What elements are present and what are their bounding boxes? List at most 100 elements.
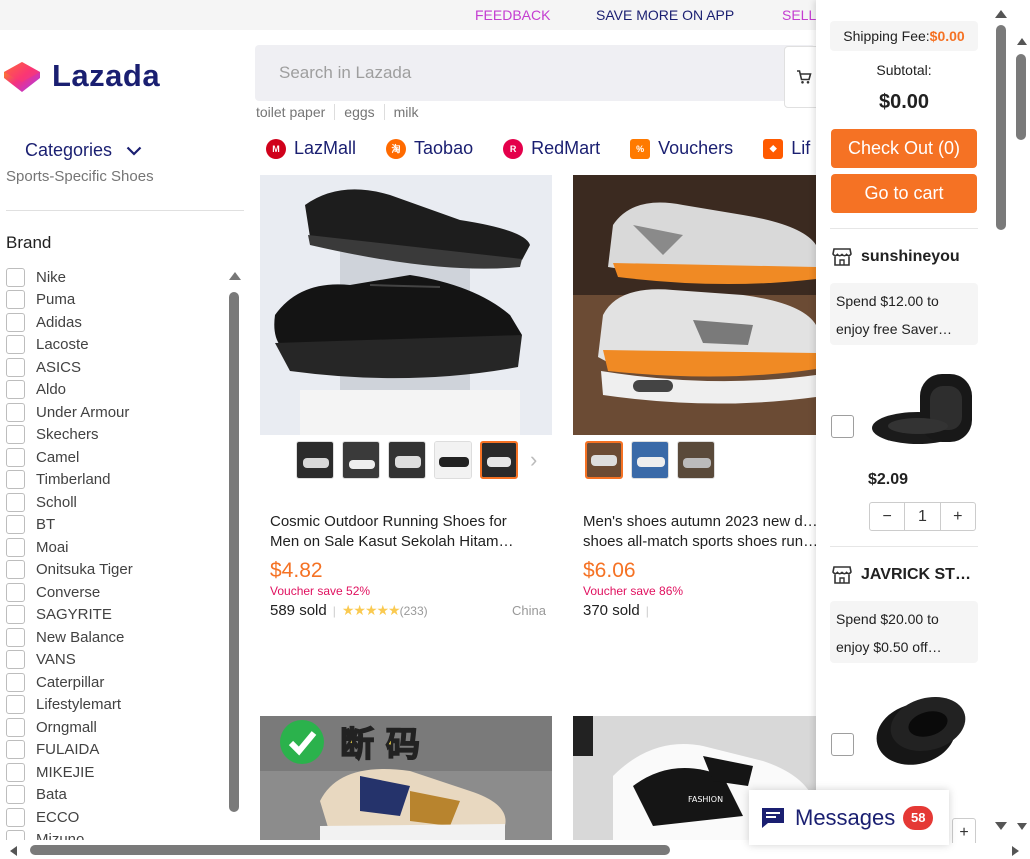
product-image[interactable] xyxy=(573,175,816,435)
brand-list-scrollbar[interactable] xyxy=(229,272,241,812)
brand-filter-option[interactable]: Mizuno xyxy=(6,829,224,840)
brand-filter-option[interactable]: ASICS xyxy=(6,356,224,379)
product-title[interactable]: Men's shoes autumn 2023 new d… shoes all… xyxy=(583,512,816,552)
brand-filter-option[interactable]: Lifestylemart xyxy=(6,694,224,717)
brand-checkbox[interactable] xyxy=(6,470,25,490)
brand-filter-option[interactable]: Under Armour xyxy=(6,401,224,424)
beige-navy-sneaker-image[interactable]: 断 码 xyxy=(260,716,552,840)
brand-checkbox[interactable] xyxy=(6,582,25,602)
feedback-link[interactable]: FEEDBACK xyxy=(475,7,550,23)
brand-filter-option[interactable]: MIKEJIE xyxy=(6,761,224,784)
brand-checkbox[interactable] xyxy=(6,335,25,355)
checkout-button[interactable]: Check Out (0) xyxy=(831,129,977,168)
brand-filter-option[interactable]: ECCO xyxy=(6,806,224,829)
brand-checkbox[interactable] xyxy=(6,267,25,287)
nav-item-redmart[interactable]: R RedMart xyxy=(503,138,600,159)
brand-checkbox[interactable] xyxy=(6,290,25,310)
brand-filter-option[interactable]: Puma xyxy=(6,289,224,312)
categories-dropdown[interactable]: Categories xyxy=(25,140,142,161)
brand-filter-option[interactable]: Lacoste xyxy=(6,334,224,357)
nav-item-lazmall[interactable]: M LazMall xyxy=(266,138,356,159)
brand-filter-option[interactable]: Caterpillar xyxy=(6,671,224,694)
brand-checkbox[interactable] xyxy=(6,447,25,467)
brand-filter-option[interactable]: Bata xyxy=(6,784,224,807)
scroll-up-arrow-icon[interactable] xyxy=(995,10,1007,18)
brand-filter-option[interactable]: VANS xyxy=(6,649,224,672)
brand-filter-option[interactable]: Onitsuka Tiger xyxy=(6,559,224,582)
brand-checkbox[interactable] xyxy=(6,672,25,692)
window-scrollbar-thumb[interactable] xyxy=(1016,54,1026,140)
horizontal-scrollbar-thumb[interactable] xyxy=(30,845,670,855)
brand-filter-option[interactable]: SAGYRITE xyxy=(6,604,224,627)
shop-header[interactable]: JAVRICK ST… xyxy=(832,566,971,584)
earpad-product-image[interactable] xyxy=(868,368,976,458)
shop-header[interactable]: sunshineyou xyxy=(832,248,960,266)
shop-promo-box[interactable]: Spend $12.00 to enjoy free Saver… xyxy=(830,283,978,345)
brand-checkbox[interactable] xyxy=(6,762,25,782)
brand-filter-option[interactable]: BT xyxy=(6,514,224,537)
brand-filter-option[interactable]: Timberland xyxy=(6,469,224,492)
brand-checkbox[interactable] xyxy=(6,380,25,400)
brand-checkbox[interactable] xyxy=(6,560,25,580)
brand-filter-option[interactable]: Camel xyxy=(6,446,224,469)
chevron-right-icon[interactable]: › xyxy=(530,447,537,473)
search-input[interactable] xyxy=(255,45,815,101)
cart-item-checkbox[interactable] xyxy=(831,415,854,438)
brand-checkbox[interactable] xyxy=(6,357,25,377)
cart-scrollbar-thumb[interactable] xyxy=(996,25,1006,230)
brand-checkbox[interactable] xyxy=(6,807,25,827)
brand-checkbox[interactable] xyxy=(6,425,25,445)
hot-word-link[interactable]: eggs xyxy=(334,104,383,120)
brand-filter-option[interactable]: FULAIDA xyxy=(6,739,224,762)
product-thumbnail[interactable] xyxy=(434,441,472,479)
brand-checkbox[interactable] xyxy=(6,717,25,737)
brand-filter-option[interactable]: Scholl xyxy=(6,491,224,514)
go-to-cart-button[interactable]: Go to cart xyxy=(831,174,977,213)
quantity-increase-button[interactable]: + xyxy=(953,819,975,846)
hot-word-link[interactable]: toilet paper xyxy=(256,104,334,120)
product-thumbnail[interactable] xyxy=(388,441,426,479)
brand-checkbox[interactable] xyxy=(6,492,25,512)
product-thumbnail[interactable] xyxy=(631,441,669,479)
nav-item-lifestyle[interactable]: ◆ Lif xyxy=(763,138,810,159)
quantity-increase-button[interactable]: + xyxy=(941,503,975,530)
brand-checkbox[interactable] xyxy=(6,627,25,647)
brand-checkbox[interactable] xyxy=(6,740,25,760)
page-vertical-scrollbar[interactable] xyxy=(992,0,1030,859)
scrollbar-thumb[interactable] xyxy=(229,292,239,812)
product-thumbnail[interactable] xyxy=(296,441,334,479)
brand-checkbox[interactable] xyxy=(6,312,25,332)
scroll-down-arrow-icon[interactable] xyxy=(1017,823,1027,830)
page-horizontal-scrollbar[interactable] xyxy=(0,843,1030,859)
cart-item-checkbox[interactable] xyxy=(831,733,854,756)
scroll-right-arrow-icon[interactable] xyxy=(1012,846,1019,856)
product-card[interactable]: Men's shoes autumn 2023 new d… shoes all… xyxy=(573,175,816,635)
brand-checkbox[interactable] xyxy=(6,402,25,422)
product-card[interactable]: › Cosmic Outdoor Running Shoes for Men o… xyxy=(260,175,552,635)
product-thumbnail[interactable] xyxy=(342,441,380,479)
brand-filter-option[interactable]: Nike xyxy=(6,266,224,289)
messages-button[interactable]: Messages 58 xyxy=(749,790,949,845)
brand-filter-option[interactable]: Aldo xyxy=(6,379,224,402)
quantity-value[interactable]: 1 xyxy=(904,503,941,530)
brand-checkbox[interactable] xyxy=(6,650,25,670)
brand-checkbox[interactable] xyxy=(6,695,25,715)
brand-filter-option[interactable]: Adidas xyxy=(6,311,224,334)
brand-filter-option[interactable]: New Balance xyxy=(6,626,224,649)
product-title[interactable]: Cosmic Outdoor Running Shoes for Men on … xyxy=(270,512,540,552)
product-image[interactable] xyxy=(260,175,552,435)
brand-filter-option[interactable]: Skechers xyxy=(6,424,224,447)
scroll-left-arrow-icon[interactable] xyxy=(10,846,17,856)
brand-checkbox[interactable] xyxy=(6,830,25,840)
hot-word-link[interactable]: milk xyxy=(383,104,428,120)
brand-checkbox[interactable] xyxy=(6,605,25,625)
product-thumbnail-selected[interactable] xyxy=(480,441,518,479)
nav-item-vouchers[interactable]: % Vouchers xyxy=(630,138,733,159)
scroll-up-arrow-icon[interactable] xyxy=(229,272,241,280)
brand-filter-option[interactable]: Converse xyxy=(6,581,224,604)
product-thumbnail[interactable] xyxy=(677,441,715,479)
quantity-decrease-button[interactable]: − xyxy=(870,503,904,530)
brand-checkbox[interactable] xyxy=(6,785,25,805)
brand-checkbox[interactable] xyxy=(6,537,25,557)
brand-filter-option[interactable]: Orngmall xyxy=(6,716,224,739)
